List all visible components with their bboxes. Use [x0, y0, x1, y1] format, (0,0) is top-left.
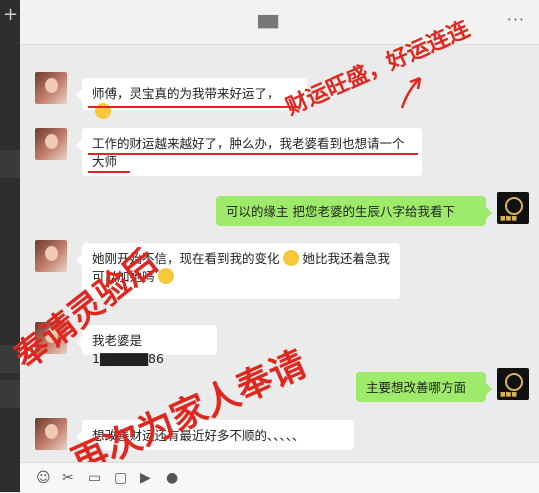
red-underline [88, 171, 130, 173]
avatar[interactable]: ■■■ [497, 368, 529, 400]
sidebar-item[interactable] [0, 150, 20, 178]
avatar[interactable] [35, 128, 67, 160]
message-bubble: 工作的财运越来越好了，肿么办，我老婆看到也想请一个大师 [76, 128, 422, 176]
avatar[interactable] [35, 72, 67, 104]
red-arrow [400, 76, 422, 109]
message-bubble-outgoing: 主要想改善哪方面 [356, 372, 492, 402]
message-text: 师傅，灵宝真的为我带来好运了， [92, 86, 280, 101]
chat-title: ▇▇ [258, 14, 278, 29]
message-text: 主要想改善哪方面 [366, 380, 467, 395]
message-bubble-outgoing: 可以的缘主 把您老婆的生辰八字给我看下 [216, 196, 492, 226]
message-text: 可以的缘主 把您老婆的生辰八字给我看下 [226, 204, 455, 219]
sidebar-item[interactable] [0, 380, 20, 408]
video-icon[interactable]: ▶ [140, 470, 151, 486]
chat-icon[interactable]: ▢ [114, 470, 127, 486]
red-underline [88, 106, 298, 108]
message-bubble: 我老婆是1▇▇▇▇▇86 [76, 325, 217, 366]
app-sidebar: + [0, 0, 20, 492]
plus-icon[interactable]: + [3, 6, 18, 24]
avatar[interactable] [35, 240, 67, 272]
mic-icon[interactable]: ● [166, 470, 178, 486]
scissors-icon[interactable]: ✂ [62, 470, 74, 486]
grin-emoji-icon [282, 250, 299, 266]
message-text: 我老婆是1▇▇▇▇▇86 [92, 333, 164, 366]
input-toolbar: ☺ ✂ ▭ ▢ ▶ ● [20, 462, 539, 493]
folder-icon[interactable]: ▭ [88, 470, 101, 486]
avatar[interactable]: ■■■ [497, 192, 529, 224]
red-underline [88, 153, 418, 155]
more-dots-icon[interactable]: ··· [507, 10, 525, 29]
avatar[interactable] [35, 418, 67, 450]
emoji-icon[interactable]: ☺ [36, 470, 51, 486]
